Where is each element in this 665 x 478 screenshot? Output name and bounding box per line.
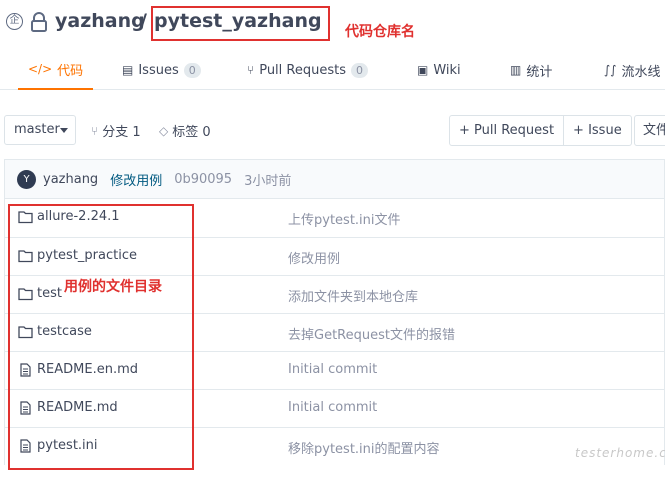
branch-select[interactable]: master bbox=[4, 115, 76, 145]
annotation-box-repo-name bbox=[151, 6, 330, 41]
issues-count-badge: 0 bbox=[183, 62, 201, 78]
commit-author[interactable]: yazhang bbox=[43, 172, 98, 187]
repo-toolbar: master ⑂ 分支 1 ◇ 标签 0 + Pull Request + Is… bbox=[0, 113, 665, 147]
tags-link[interactable]: ◇ 标签 0 bbox=[159, 121, 211, 141]
commit-time: 3小时前 bbox=[244, 173, 292, 189]
enterprise-icon[interactable]: 企 bbox=[6, 13, 23, 30]
annotation-label-files: 用例的文件目录 bbox=[64, 279, 162, 295]
repo-tabs: </> 代码 ▤ Issues 0 ⑂ Pull Requests 0 ▣ Wi… bbox=[0, 50, 665, 90]
pull-request-icon: ⑂ bbox=[247, 63, 255, 77]
latest-commit-bar: Y yazhang 修改用例 0b90095 3小时前 bbox=[4, 159, 665, 198]
branches-label: 分支 1 bbox=[102, 125, 141, 140]
tab-label: Wiki bbox=[433, 62, 461, 78]
file-commit-message[interactable]: 去掉GetRequest文件的报错 bbox=[288, 324, 455, 343]
branch-icon: ⑂ bbox=[91, 123, 99, 138]
lock-icon bbox=[31, 12, 47, 32]
path-separator: / bbox=[140, 10, 147, 32]
tab-label: Pull Requests bbox=[259, 62, 346, 78]
annotation-label-repo-name: 代码仓库名 bbox=[345, 24, 415, 40]
tab-label: 代码 bbox=[57, 63, 84, 79]
tab-label: Issues bbox=[138, 62, 179, 78]
file-commit-message[interactable]: 添加文件夹到本地仓库 bbox=[288, 286, 418, 305]
avatar[interactable]: Y bbox=[17, 169, 36, 189]
branches-link[interactable]: ⑂ 分支 1 bbox=[91, 121, 141, 141]
tab-code[interactable]: </> 代码 bbox=[18, 50, 94, 90]
new-issue-button[interactable]: + Issue bbox=[563, 116, 631, 145]
commit-message-link[interactable]: 修改用例 bbox=[110, 170, 162, 189]
file-commit-message[interactable]: 移除pytest.ini的配置内容 bbox=[288, 438, 440, 457]
pull-requests-count-badge: 0 bbox=[351, 62, 368, 78]
issues-icon: ▤ bbox=[122, 63, 134, 77]
branch-name: master bbox=[14, 122, 60, 137]
create-button-group: + Pull Request + Issue bbox=[449, 115, 632, 146]
wiki-icon: ▣ bbox=[417, 63, 429, 77]
tag-icon: ◇ bbox=[159, 123, 169, 138]
annotation-box-files bbox=[8, 204, 194, 470]
file-commit-message[interactable]: Initial commit bbox=[288, 362, 377, 377]
tab-pull-requests[interactable]: ⑂ Pull Requests 0 bbox=[247, 50, 368, 90]
tab-label: 流水线 bbox=[621, 64, 661, 80]
new-pull-request-button[interactable]: + Pull Request bbox=[450, 116, 563, 145]
tab-stats[interactable]: ▥ 统计 bbox=[510, 50, 552, 90]
file-commit-message[interactable]: 上传pytest.ini文件 bbox=[288, 209, 401, 228]
file-commit-message[interactable]: 修改用例 bbox=[288, 248, 340, 267]
tab-wiki[interactable]: ▣ Wiki bbox=[417, 50, 461, 90]
pipeline-icon: ∫∫ bbox=[604, 63, 617, 77]
repo-owner-link[interactable]: yazhang bbox=[55, 10, 145, 32]
file-menu-button[interactable]: 文件 bbox=[634, 115, 665, 146]
caret-down-icon bbox=[60, 128, 68, 133]
tab-pipeline[interactable]: ∫∫ 流水线 bbox=[604, 50, 661, 90]
repo-header: 企 yazhang / pytest_yazhang 代码仓库名 bbox=[0, 0, 665, 46]
tags-label: 标签 0 bbox=[172, 125, 211, 140]
file-commit-message[interactable]: Initial commit bbox=[288, 400, 377, 415]
tab-issues[interactable]: ▤ Issues 0 bbox=[122, 50, 201, 90]
tab-label: 统计 bbox=[526, 64, 553, 80]
code-icon: </> bbox=[28, 62, 53, 76]
commit-sha-link[interactable]: 0b90095 bbox=[174, 172, 232, 187]
watermark: testerhome.com bbox=[575, 446, 665, 460]
stats-icon: ▥ bbox=[510, 63, 522, 77]
